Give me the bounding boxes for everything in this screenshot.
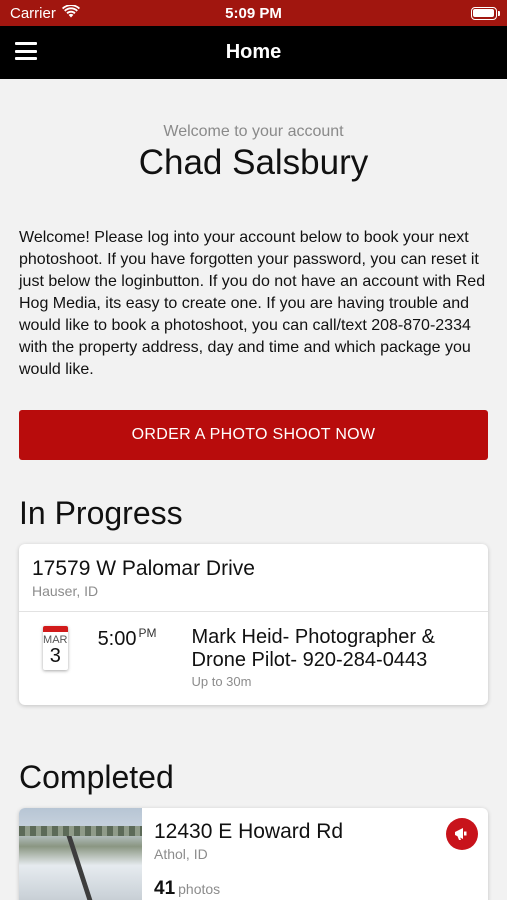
completed-card[interactable]: 12430 E Howard Rd Athol, ID 41 photos xyxy=(19,808,488,900)
completed-city: Athol, ID xyxy=(154,846,208,862)
appointment-details: Mark Heid- Photographer & Drone Pilot- 9… xyxy=(192,626,476,689)
status-right xyxy=(347,6,500,20)
property-city: Hauser, ID xyxy=(32,583,99,599)
appointment-duration: Up to 30m xyxy=(191,674,252,689)
in-progress-heading: In Progress xyxy=(19,495,183,531)
battery-icon xyxy=(470,6,500,20)
welcome-message: Welcome! Please log into your account be… xyxy=(19,229,486,378)
order-photo-shoot-button[interactable]: ORDER A PHOTO SHOOT NOW xyxy=(19,410,488,460)
completed-address: 12430 E Howard Rd xyxy=(154,820,344,843)
page-title: Home xyxy=(225,41,282,63)
status-bar: Carrier 5:09 PM xyxy=(0,0,507,26)
calendar-day: 3 xyxy=(49,645,61,667)
menu-icon[interactable] xyxy=(15,41,37,61)
calendar-icon: MAR 3 xyxy=(43,626,68,670)
status-time: 5:09 PM xyxy=(225,4,282,22)
wifi-icon xyxy=(61,3,80,22)
completed-heading: Completed xyxy=(19,759,174,795)
status-left: Carrier xyxy=(10,3,160,22)
megaphone-icon[interactable] xyxy=(446,818,478,850)
time-value: 5:00 xyxy=(97,628,137,650)
photo-count-value: 41 xyxy=(154,878,176,899)
welcome-subtitle: Welcome to your account xyxy=(163,123,344,140)
nav-bar: Home xyxy=(0,26,507,79)
in-progress-card[interactable]: 17579 W Palomar Drive Hauser, ID MAR 3 5… xyxy=(19,544,488,705)
carrier-label: Carrier xyxy=(10,4,56,22)
photo-count-unit: photos xyxy=(178,881,221,897)
property-thumbnail xyxy=(19,808,142,900)
card-header: 17579 W Palomar Drive Hauser, ID xyxy=(19,544,488,612)
appointment-row: MAR 3 5:00 PM Mark Heid- Photographer & D… xyxy=(19,612,488,705)
property-address: 17579 W Palomar Drive xyxy=(32,557,255,580)
account-name: Chad Salsbury xyxy=(138,143,369,182)
photo-count: 41 photos xyxy=(154,878,343,900)
appointment-time: 5:00 PM xyxy=(98,626,157,651)
provider-name: Mark Heid- Photographer & Drone Pilot- 9… xyxy=(191,626,435,671)
time-ampm: PM xyxy=(138,626,157,640)
completed-info: 12430 E Howard Rd Athol, ID 41 photos xyxy=(142,808,355,900)
